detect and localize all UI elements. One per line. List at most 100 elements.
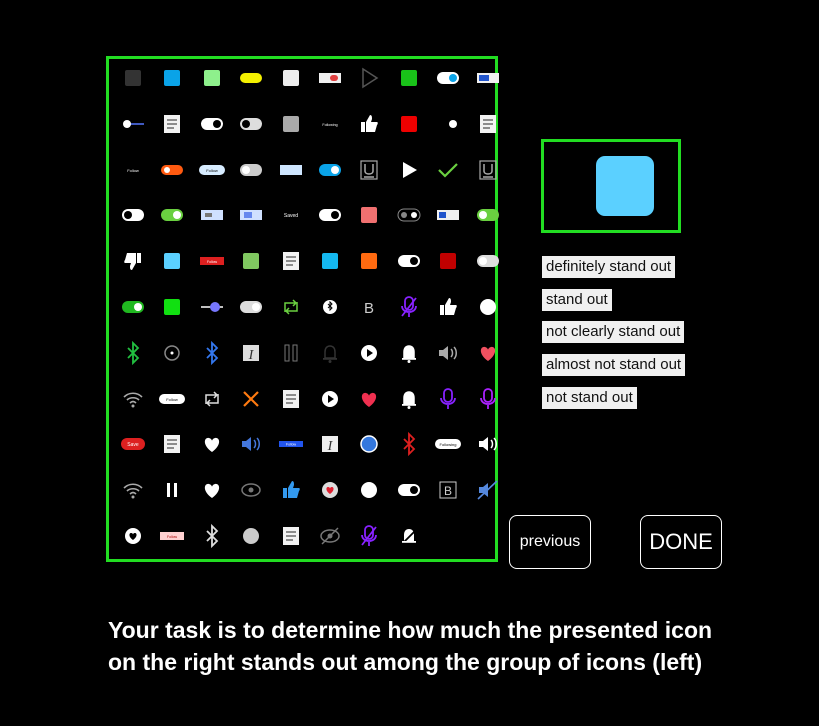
- toggle-white-icon: [197, 109, 227, 139]
- wifi-icon: [118, 384, 148, 414]
- italic-2-icon: I: [315, 429, 345, 459]
- svg-text:B: B: [364, 300, 374, 317]
- document-icon-6-icon: [276, 521, 306, 551]
- toggle-gray-icon: [236, 292, 266, 322]
- heart-white-2-icon: [197, 475, 227, 505]
- document-icon-3-icon: [276, 246, 306, 276]
- toggle-green-2-icon: [473, 200, 503, 230]
- document-icon-4-icon: [276, 384, 306, 414]
- heart-red-2-icon: [354, 384, 384, 414]
- eye-icon: [236, 475, 266, 505]
- volume-icon: [433, 338, 463, 368]
- square-lightgray-icon: [276, 63, 306, 93]
- circle-white-icon: [473, 292, 503, 322]
- following-button-icon: Following: [315, 109, 345, 139]
- rounded-square-icon: [596, 156, 654, 216]
- underline-icon: [354, 155, 384, 185]
- toggle-dark-2-icon: [118, 200, 148, 230]
- mic-purple-2-icon: [473, 384, 503, 414]
- previous-button[interactable]: previous: [509, 515, 591, 569]
- close-orange-icon: [236, 384, 266, 414]
- toggle-lightgray-2-icon: [473, 246, 503, 276]
- bell-off-icon: [394, 521, 424, 551]
- square-brightgreen-icon: [157, 292, 187, 322]
- pill-pink-icon: Follow: [157, 521, 187, 551]
- slider-blue-icon: [197, 292, 227, 322]
- done-button[interactable]: DONE: [640, 515, 722, 569]
- square-dark-icon: [118, 63, 148, 93]
- target-icon-frame: [541, 139, 681, 233]
- square-pink-icon: [354, 200, 384, 230]
- svg-text:Follow: Follow: [127, 168, 139, 173]
- icon-grid: Following Follow Follow Saved Follow B I Follow…: [106, 56, 499, 562]
- repeat-icon: [197, 384, 227, 414]
- square-orange-icon: [354, 246, 384, 276]
- square-skyblue-icon: [157, 246, 187, 276]
- bold-2-icon: B: [433, 475, 463, 505]
- underline-icon-2-icon: [473, 155, 503, 185]
- toggle-blue-icon: [433, 63, 463, 93]
- mic-purple-icon: [433, 384, 463, 414]
- bluetooth-white-icon: [197, 521, 227, 551]
- svg-text:Save: Save: [127, 442, 139, 448]
- following-pill-icon: Following: [433, 429, 463, 459]
- toggle-green-3-icon: [118, 292, 148, 322]
- eye-off-icon: [315, 521, 345, 551]
- toggle-white-5-icon: [394, 475, 424, 505]
- square-olivegreen-icon: [236, 246, 266, 276]
- choice-definitely-stand-out[interactable]: definitely stand out: [542, 256, 676, 278]
- toggle-card-icon: [315, 63, 345, 93]
- square-red-icon: [394, 109, 424, 139]
- toggle-dark-3-icon: [394, 200, 424, 230]
- bold-icon: B: [354, 292, 384, 322]
- svg-text:Follow: Follow: [207, 260, 218, 264]
- square-gray-icon: [276, 109, 306, 139]
- bluetooth-green-icon: [118, 338, 148, 368]
- saved-text-icon: Saved: [276, 200, 306, 230]
- play-circle-2-icon: [315, 384, 345, 414]
- check-icon: [433, 155, 463, 185]
- repeat-green-icon: [276, 292, 306, 322]
- pill-lightblue-icon: Follow: [197, 155, 227, 185]
- circle-white-2-icon: [354, 475, 384, 505]
- document-icon-5-icon: [157, 429, 187, 459]
- pause-gray-icon: [276, 338, 306, 368]
- play-outline-icon: [354, 63, 384, 93]
- rect-lightblue-icon: [276, 155, 306, 185]
- square-lightgreen-icon: [197, 63, 227, 93]
- choice-stand-out[interactable]: stand out: [542, 289, 612, 311]
- bluetooth-red-icon: [394, 429, 424, 459]
- instructions-text: Your task is to determine how much the p…: [108, 617, 713, 675]
- thumbs-up-icon-2-icon: [433, 292, 463, 322]
- thumbs-up-icon: [354, 109, 384, 139]
- save-red-button-icon: Save: [118, 429, 148, 459]
- svg-text:Following: Following: [322, 123, 337, 127]
- svg-text:Follow: Follow: [206, 168, 218, 173]
- bell-icon: [394, 338, 424, 368]
- thumbs-up-blue-icon: [276, 475, 306, 505]
- heart-white-icon: [197, 429, 227, 459]
- circle-lightgray-icon: [236, 521, 266, 551]
- pause-icon: [157, 475, 187, 505]
- volume-blue-icon: [236, 429, 266, 459]
- rect-blue-white-icon: [433, 200, 463, 230]
- toggle-green-icon: [157, 200, 187, 230]
- choice-not-stand-out[interactable]: not stand out: [542, 387, 637, 409]
- toggle-white-2-icon: [236, 109, 266, 139]
- play-icon: [394, 155, 424, 185]
- svg-text:Saved: Saved: [284, 213, 298, 219]
- slider-white-icon: [118, 109, 148, 139]
- bluetooth-blue-icon: [197, 338, 227, 368]
- play-circle-icon: [354, 338, 384, 368]
- toggle-dark-icon: [433, 109, 463, 139]
- toggle-white-3-icon: [315, 200, 345, 230]
- choice-not-clearly-stand-out[interactable]: not clearly stand out: [542, 321, 685, 343]
- follow-text-icon: Follow: [118, 155, 148, 185]
- toggle-blue-rect-icon: [473, 63, 503, 93]
- toggle-blue-2-icon: [315, 155, 345, 185]
- svg-text:Following: Following: [440, 442, 457, 447]
- choice-almost-not-stand-out[interactable]: almost not stand out: [542, 354, 686, 376]
- square-blue-icon: [157, 63, 187, 93]
- bell-2-icon: [394, 384, 424, 414]
- rect-slider-icon: [197, 200, 227, 230]
